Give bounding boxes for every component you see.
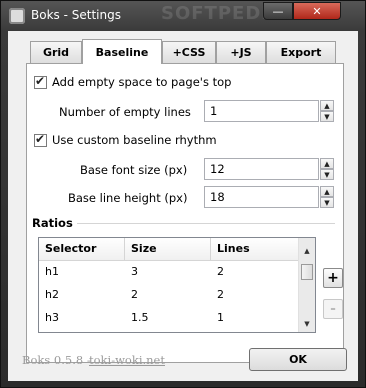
- font-size-down-button[interactable]: ▼: [320, 169, 334, 180]
- version-label: Boks 0.5.8 -: [22, 353, 91, 367]
- font-size-up-button[interactable]: ▲: [320, 158, 334, 169]
- spin-up-icon: ▲: [324, 187, 330, 196]
- website-link[interactable]: toki-woki.net: [89, 353, 165, 367]
- ratios-divider: [77, 223, 335, 224]
- spin-up-icon: ▲: [324, 101, 330, 110]
- app-icon: [9, 8, 25, 24]
- scroll-thumb[interactable]: [301, 264, 313, 280]
- cell-size: 1.5: [131, 311, 149, 324]
- ratios-heading: Ratios: [32, 216, 73, 230]
- empty-lines-label: Number of empty lines: [59, 105, 191, 119]
- custom-rhythm-checkbox[interactable]: [34, 132, 47, 147]
- minus-icon: -: [330, 301, 336, 317]
- table-row[interactable]: h2 2 2: [39, 284, 299, 306]
- cell-lines: 2: [217, 265, 224, 278]
- spin-down-icon: ▼: [324, 170, 330, 179]
- add-space-label: Add empty space to page's top: [52, 75, 232, 89]
- column-header-selector[interactable]: Selector: [39, 238, 125, 260]
- title-bar[interactable]: Boks - Settings SOFTPEDIA — ✕: [1, 1, 365, 31]
- minimize-button[interactable]: —: [263, 2, 293, 20]
- remove-ratio-button[interactable]: -: [323, 299, 343, 319]
- empty-lines-down-button[interactable]: ▼: [320, 111, 334, 122]
- cell-selector: h1: [45, 265, 59, 278]
- ok-button[interactable]: OK: [249, 348, 347, 371]
- dialog-body: Grid Baseline +CSS +JS Export Add empty …: [8, 31, 358, 381]
- custom-rhythm-label: Use custom baseline rhythm: [52, 133, 217, 147]
- add-ratio-button[interactable]: +: [323, 268, 343, 288]
- tab-baseline[interactable]: Baseline: [82, 39, 162, 64]
- tab-grid[interactable]: Grid: [30, 41, 82, 63]
- window-title: Boks - Settings: [31, 8, 121, 22]
- empty-lines-up-button[interactable]: ▲: [320, 100, 334, 111]
- cell-selector: h2: [45, 288, 59, 301]
- cell-size: 2: [131, 288, 138, 301]
- close-icon: ✕: [312, 4, 322, 18]
- scroll-up-icon: ▲: [304, 246, 310, 255]
- plus-icon: +: [327, 270, 339, 286]
- tab-export[interactable]: Export: [266, 41, 336, 63]
- ratios-table[interactable]: Selector Size Lines h1 3 2 h2 2 2 h3 1.5: [38, 237, 316, 333]
- column-header-size[interactable]: Size: [125, 238, 211, 260]
- cell-size: 3: [131, 265, 138, 278]
- line-height-down-button[interactable]: ▼: [320, 197, 334, 208]
- table-scrollbar[interactable]: ▲ ▼: [298, 238, 315, 332]
- font-size-input[interactable]: [205, 159, 318, 179]
- empty-lines-field[interactable]: [204, 100, 319, 122]
- line-height-input[interactable]: [205, 187, 318, 207]
- empty-lines-input[interactable]: [205, 101, 318, 121]
- tab-js[interactable]: +JS: [216, 41, 266, 63]
- close-button[interactable]: ✕: [293, 2, 341, 20]
- line-height-label: Base line height (px): [68, 191, 188, 205]
- settings-window: Boks - Settings SOFTPEDIA — ✕ Grid Basel…: [0, 0, 366, 388]
- line-height-field[interactable]: [204, 186, 319, 208]
- spin-down-icon: ▼: [324, 198, 330, 207]
- cell-selector: h3: [45, 311, 59, 324]
- spin-up-icon: ▲: [324, 159, 330, 168]
- table-row[interactable]: h1 3 2: [39, 261, 299, 283]
- scroll-down-icon: ▼: [304, 319, 310, 328]
- scroll-up-button[interactable]: ▲: [299, 242, 315, 259]
- baseline-panel: Add empty space to page's top Number of …: [26, 63, 344, 363]
- scroll-down-button[interactable]: ▼: [299, 315, 315, 332]
- cell-lines: 2: [217, 288, 224, 301]
- table-header: Selector Size Lines: [39, 238, 299, 261]
- column-header-lines[interactable]: Lines: [211, 238, 299, 260]
- tab-css[interactable]: +CSS: [162, 41, 216, 63]
- minimize-icon: —: [272, 4, 284, 18]
- tab-bar: Grid Baseline +CSS +JS Export: [8, 39, 358, 64]
- table-row[interactable]: h3 1.5 1: [39, 307, 299, 329]
- add-space-checkbox[interactable]: [34, 74, 47, 89]
- font-size-label: Base font size (px): [80, 163, 188, 177]
- spin-down-icon: ▼: [324, 112, 330, 121]
- cell-lines: 1: [217, 311, 224, 324]
- line-height-up-button[interactable]: ▲: [320, 186, 334, 197]
- font-size-field[interactable]: [204, 158, 319, 180]
